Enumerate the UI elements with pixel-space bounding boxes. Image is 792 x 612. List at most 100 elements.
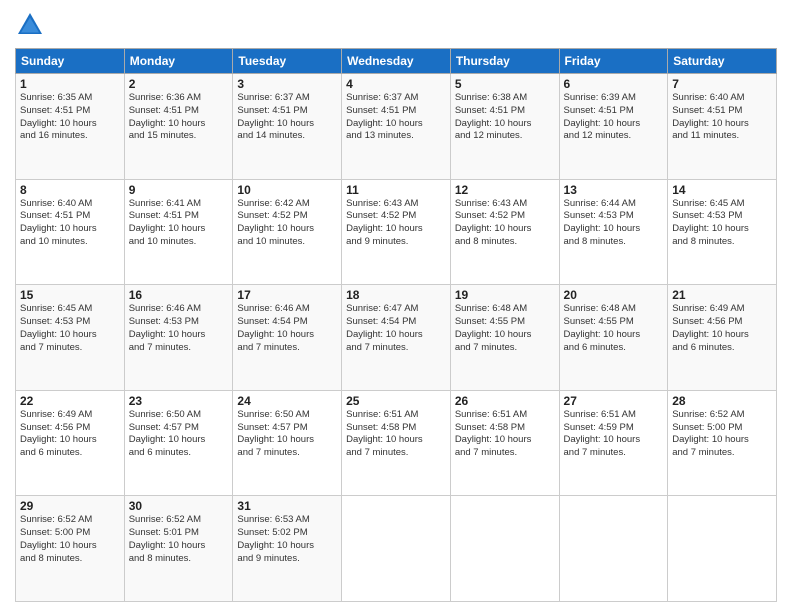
- day-info: Sunrise: 6:52 AM Sunset: 5:00 PM Dayligh…: [672, 409, 772, 460]
- day-number: 11: [346, 183, 446, 197]
- day-info: Sunrise: 6:49 AM Sunset: 4:56 PM Dayligh…: [672, 303, 772, 354]
- day-cell: 19Sunrise: 6:48 AM Sunset: 4:55 PM Dayli…: [450, 285, 559, 391]
- day-cell: 9Sunrise: 6:41 AM Sunset: 4:51 PM Daylig…: [124, 179, 233, 285]
- header-cell-wednesday: Wednesday: [342, 49, 451, 74]
- logo-icon: [15, 10, 45, 40]
- day-number: 29: [20, 499, 120, 513]
- day-cell: 10Sunrise: 6:42 AM Sunset: 4:52 PM Dayli…: [233, 179, 342, 285]
- day-number: 21: [672, 288, 772, 302]
- day-cell: 29Sunrise: 6:52 AM Sunset: 5:00 PM Dayli…: [16, 496, 125, 602]
- header: [15, 10, 777, 40]
- day-info: Sunrise: 6:37 AM Sunset: 4:51 PM Dayligh…: [346, 92, 446, 143]
- week-row-3: 15Sunrise: 6:45 AM Sunset: 4:53 PM Dayli…: [16, 285, 777, 391]
- header-cell-sunday: Sunday: [16, 49, 125, 74]
- day-info: Sunrise: 6:52 AM Sunset: 5:00 PM Dayligh…: [20, 514, 120, 565]
- week-row-5: 29Sunrise: 6:52 AM Sunset: 5:00 PM Dayli…: [16, 496, 777, 602]
- day-cell: 14Sunrise: 6:45 AM Sunset: 4:53 PM Dayli…: [668, 179, 777, 285]
- day-info: Sunrise: 6:51 AM Sunset: 4:59 PM Dayligh…: [564, 409, 664, 460]
- day-cell: [668, 496, 777, 602]
- day-number: 14: [672, 183, 772, 197]
- day-info: Sunrise: 6:46 AM Sunset: 4:53 PM Dayligh…: [129, 303, 229, 354]
- day-info: Sunrise: 6:37 AM Sunset: 4:51 PM Dayligh…: [237, 92, 337, 143]
- header-cell-friday: Friday: [559, 49, 668, 74]
- day-number: 13: [564, 183, 664, 197]
- day-number: 17: [237, 288, 337, 302]
- day-number: 24: [237, 394, 337, 408]
- day-number: 25: [346, 394, 446, 408]
- day-cell: 18Sunrise: 6:47 AM Sunset: 4:54 PM Dayli…: [342, 285, 451, 391]
- day-info: Sunrise: 6:48 AM Sunset: 4:55 PM Dayligh…: [455, 303, 555, 354]
- logo: [15, 10, 49, 40]
- header-cell-monday: Monday: [124, 49, 233, 74]
- day-number: 10: [237, 183, 337, 197]
- day-number: 30: [129, 499, 229, 513]
- day-number: 8: [20, 183, 120, 197]
- day-number: 2: [129, 77, 229, 91]
- header-row: SundayMondayTuesdayWednesdayThursdayFrid…: [16, 49, 777, 74]
- day-number: 20: [564, 288, 664, 302]
- day-info: Sunrise: 6:44 AM Sunset: 4:53 PM Dayligh…: [564, 198, 664, 249]
- day-cell: 11Sunrise: 6:43 AM Sunset: 4:52 PM Dayli…: [342, 179, 451, 285]
- day-info: Sunrise: 6:41 AM Sunset: 4:51 PM Dayligh…: [129, 198, 229, 249]
- header-cell-saturday: Saturday: [668, 49, 777, 74]
- day-info: Sunrise: 6:50 AM Sunset: 4:57 PM Dayligh…: [237, 409, 337, 460]
- day-number: 18: [346, 288, 446, 302]
- day-cell: 30Sunrise: 6:52 AM Sunset: 5:01 PM Dayli…: [124, 496, 233, 602]
- day-number: 19: [455, 288, 555, 302]
- day-cell: 21Sunrise: 6:49 AM Sunset: 4:56 PM Dayli…: [668, 285, 777, 391]
- day-info: Sunrise: 6:43 AM Sunset: 4:52 PM Dayligh…: [346, 198, 446, 249]
- calendar-table: SundayMondayTuesdayWednesdayThursdayFrid…: [15, 48, 777, 602]
- day-info: Sunrise: 6:48 AM Sunset: 4:55 PM Dayligh…: [564, 303, 664, 354]
- day-info: Sunrise: 6:43 AM Sunset: 4:52 PM Dayligh…: [455, 198, 555, 249]
- day-number: 6: [564, 77, 664, 91]
- day-cell: [450, 496, 559, 602]
- calendar-header: SundayMondayTuesdayWednesdayThursdayFrid…: [16, 49, 777, 74]
- day-cell: 3Sunrise: 6:37 AM Sunset: 4:51 PM Daylig…: [233, 74, 342, 180]
- day-cell: 26Sunrise: 6:51 AM Sunset: 4:58 PM Dayli…: [450, 390, 559, 496]
- day-number: 15: [20, 288, 120, 302]
- day-number: 28: [672, 394, 772, 408]
- day-number: 4: [346, 77, 446, 91]
- day-cell: 17Sunrise: 6:46 AM Sunset: 4:54 PM Dayli…: [233, 285, 342, 391]
- day-info: Sunrise: 6:40 AM Sunset: 4:51 PM Dayligh…: [20, 198, 120, 249]
- header-cell-thursday: Thursday: [450, 49, 559, 74]
- day-info: Sunrise: 6:45 AM Sunset: 4:53 PM Dayligh…: [672, 198, 772, 249]
- day-cell: 12Sunrise: 6:43 AM Sunset: 4:52 PM Dayli…: [450, 179, 559, 285]
- day-number: 31: [237, 499, 337, 513]
- day-info: Sunrise: 6:42 AM Sunset: 4:52 PM Dayligh…: [237, 198, 337, 249]
- day-info: Sunrise: 6:36 AM Sunset: 4:51 PM Dayligh…: [129, 92, 229, 143]
- day-cell: 24Sunrise: 6:50 AM Sunset: 4:57 PM Dayli…: [233, 390, 342, 496]
- day-cell: 8Sunrise: 6:40 AM Sunset: 4:51 PM Daylig…: [16, 179, 125, 285]
- day-info: Sunrise: 6:52 AM Sunset: 5:01 PM Dayligh…: [129, 514, 229, 565]
- day-number: 26: [455, 394, 555, 408]
- day-number: 12: [455, 183, 555, 197]
- day-cell: 28Sunrise: 6:52 AM Sunset: 5:00 PM Dayli…: [668, 390, 777, 496]
- day-number: 9: [129, 183, 229, 197]
- week-row-1: 1Sunrise: 6:35 AM Sunset: 4:51 PM Daylig…: [16, 74, 777, 180]
- day-cell: 22Sunrise: 6:49 AM Sunset: 4:56 PM Dayli…: [16, 390, 125, 496]
- day-cell: 27Sunrise: 6:51 AM Sunset: 4:59 PM Dayli…: [559, 390, 668, 496]
- calendar-body: 1Sunrise: 6:35 AM Sunset: 4:51 PM Daylig…: [16, 74, 777, 602]
- day-cell: 13Sunrise: 6:44 AM Sunset: 4:53 PM Dayli…: [559, 179, 668, 285]
- day-cell: [559, 496, 668, 602]
- day-number: 7: [672, 77, 772, 91]
- day-number: 27: [564, 394, 664, 408]
- day-cell: 25Sunrise: 6:51 AM Sunset: 4:58 PM Dayli…: [342, 390, 451, 496]
- day-cell: [342, 496, 451, 602]
- day-cell: 7Sunrise: 6:40 AM Sunset: 4:51 PM Daylig…: [668, 74, 777, 180]
- day-info: Sunrise: 6:38 AM Sunset: 4:51 PM Dayligh…: [455, 92, 555, 143]
- day-cell: 1Sunrise: 6:35 AM Sunset: 4:51 PM Daylig…: [16, 74, 125, 180]
- day-info: Sunrise: 6:45 AM Sunset: 4:53 PM Dayligh…: [20, 303, 120, 354]
- day-number: 5: [455, 77, 555, 91]
- day-info: Sunrise: 6:46 AM Sunset: 4:54 PM Dayligh…: [237, 303, 337, 354]
- day-number: 3: [237, 77, 337, 91]
- day-number: 16: [129, 288, 229, 302]
- day-info: Sunrise: 6:51 AM Sunset: 4:58 PM Dayligh…: [346, 409, 446, 460]
- day-number: 1: [20, 77, 120, 91]
- day-info: Sunrise: 6:51 AM Sunset: 4:58 PM Dayligh…: [455, 409, 555, 460]
- header-cell-tuesday: Tuesday: [233, 49, 342, 74]
- day-cell: 16Sunrise: 6:46 AM Sunset: 4:53 PM Dayli…: [124, 285, 233, 391]
- week-row-4: 22Sunrise: 6:49 AM Sunset: 4:56 PM Dayli…: [16, 390, 777, 496]
- day-info: Sunrise: 6:49 AM Sunset: 4:56 PM Dayligh…: [20, 409, 120, 460]
- day-info: Sunrise: 6:39 AM Sunset: 4:51 PM Dayligh…: [564, 92, 664, 143]
